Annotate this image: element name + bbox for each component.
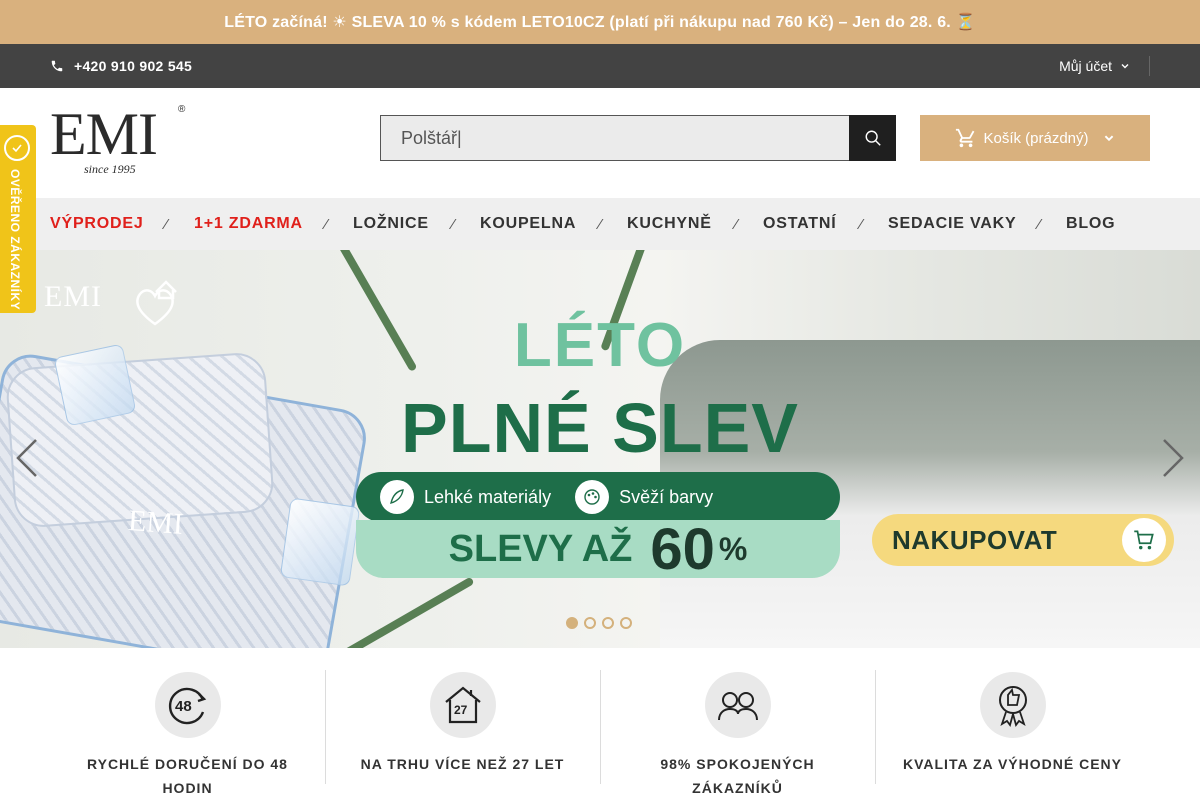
hero-discount: SLEVY AŽ 60 % [356,517,840,582]
chevron-down-icon [1121,64,1129,69]
logo-since: since 1995 [84,162,136,176]
search-input[interactable]: Polštář| [380,115,850,161]
nav-separator: ⁄ [860,215,863,233]
feature-quality: KVALITA ZA VÝHODNÉ CENY [875,648,1150,800]
nav-item-kuchyne[interactable]: KUCHYNĚ [627,198,712,250]
cart-icon [1122,518,1166,562]
carousel-dot[interactable] [566,617,578,629]
feature-satisfied-customers: 98% SPOKOJENÝCH ZÁKAZNÍKŮ [600,648,875,800]
house-27-icon: 27 [430,672,496,738]
shop-now-label: NAKUPOVAT [892,524,1058,555]
nav-item-1plus1[interactable]: 1+1 ZDARMA [194,198,303,250]
verified-customers-badge[interactable]: OVĚŘENO ZÁKAZNÍKY [0,125,36,313]
carousel-dot[interactable] [584,617,596,629]
nav-item-ostatni[interactable]: OSTATNÍ [763,198,836,250]
discount-unit: % [718,530,748,567]
top-bar: +420 910 902 545 Můj účet [0,44,1200,88]
carousel-dot[interactable] [620,617,632,629]
account-label: Můj účet [1059,58,1112,74]
search-value: Polštář| [401,127,462,148]
nav-separator: ⁄ [735,215,738,233]
search-icon [865,130,881,146]
verified-label: OVĚŘENO ZÁKAZNÍKY [8,169,22,311]
hero-tag-label: Lehké materiály [424,486,552,507]
nav-separator: ⁄ [1038,215,1041,233]
hero-tag-light-materials: Lehké materiály [380,480,551,514]
cart-button[interactable]: Košík (prázdný) [920,115,1150,161]
feature-label: RYCHLÉ DORUČENÍ DO 48 HODIN [87,756,288,796]
promo-banner[interactable]: LÉTO začíná! ☀ SLEVA 10 % s kódem LETO10… [0,0,1200,44]
cart-icon [956,128,975,148]
shop-now-button[interactable]: NAKUPOVAT [872,514,1174,566]
discount-value: 60 [650,516,715,582]
hero-logo: EMI [44,280,102,313]
account-divider [1149,56,1150,76]
customers-icon [705,672,771,738]
cart-label: Košík (prázdný) [983,129,1089,147]
feature-fast-delivery: 48 RYCHLÉ DORUČENÍ DO 48 HODIN [50,648,325,800]
verified-seal-icon [4,135,30,161]
features-row: 48 RYCHLÉ DORUČENÍ DO 48 HODIN 27 NA TRH… [50,648,1150,800]
phone-icon [51,60,63,72]
feature-years-on-market: 27 NA TRHU VÍCE NEŽ 27 LET [325,648,600,800]
site-header: EMI ® since 1995 Polštář| Košík (prázdný… [0,88,1200,198]
hero-tags: Lehké materiály Svěží barvy [356,472,840,522]
nav-item-koupelna[interactable]: KOUPELNA [480,198,576,250]
carousel-dot[interactable] [602,617,614,629]
discount-text: SLEVY AŽ [448,527,633,570]
phone-number: +420 910 902 545 [74,58,193,74]
hero-tag-label: Svěží barvy [619,486,714,507]
search-button[interactable] [849,115,896,161]
nav-item-loznice[interactable]: LOŽNICE [353,198,429,250]
hero-tag-fresh-colors: Svěží barvy [575,480,713,514]
account-menu[interactable]: Můj účet [1059,44,1130,88]
nav-item-vyprodej[interactable]: VÝPRODEJ [50,198,144,250]
feature-label: NA TRHU VÍCE NEŽ 27 LET [360,756,565,772]
main-navigation: VÝPRODEJ ⁄ 1+1 ZDARMA ⁄ LOŽNICE ⁄ KOUPEL… [0,198,1200,250]
delivery-48h-icon: 48 [155,672,221,738]
feature-label: KVALITA ZA VÝHODNÉ CENY [902,756,1122,772]
hero-title-line1: LÉTO [513,311,687,380]
ice-cube-image [279,497,361,587]
hero-title-line2: PLNÉ SLEV [401,389,799,467]
carousel-next-arrow[interactable] [1158,436,1188,480]
feather-icon [380,480,414,514]
nav-item-blog[interactable]: BLOG [1066,198,1115,250]
nav-separator: ⁄ [325,215,328,233]
logo-registered-mark: ® [178,104,186,115]
site-logo[interactable]: EMI ® since 1995 [50,104,190,180]
nav-item-sedacie-vaky[interactable]: SEDACIE VAKY [888,198,1016,250]
nav-separator: ⁄ [452,215,455,233]
nav-separator: ⁄ [599,215,602,233]
pillow-logo: EMI [126,504,185,541]
phone-link[interactable]: +420 910 902 545 [50,44,192,88]
svg-text:27: 27 [454,703,468,717]
feature-label: 98% SPOKOJENÝCH ZÁKAZNÍKŮ [660,756,815,796]
hero-carousel[interactable]: EMI EMI LÉTO PLNÉ SLEV Lehké materiály S… [0,250,1200,648]
svg-text:48: 48 [175,698,192,715]
logo-wordmark: EMI [50,101,158,167]
quality-thumbs-up-icon [980,672,1046,738]
chevron-down-icon [1104,135,1113,142]
carousel-prev-arrow[interactable] [12,436,42,480]
palm-leaf-decoration [332,576,475,648]
carousel-dots [566,617,632,629]
nav-separator: ⁄ [165,215,168,233]
palette-icon [575,480,610,514]
promo-text: LÉTO začíná! ☀ SLEVA 10 % s kódem LETO10… [224,14,976,31]
